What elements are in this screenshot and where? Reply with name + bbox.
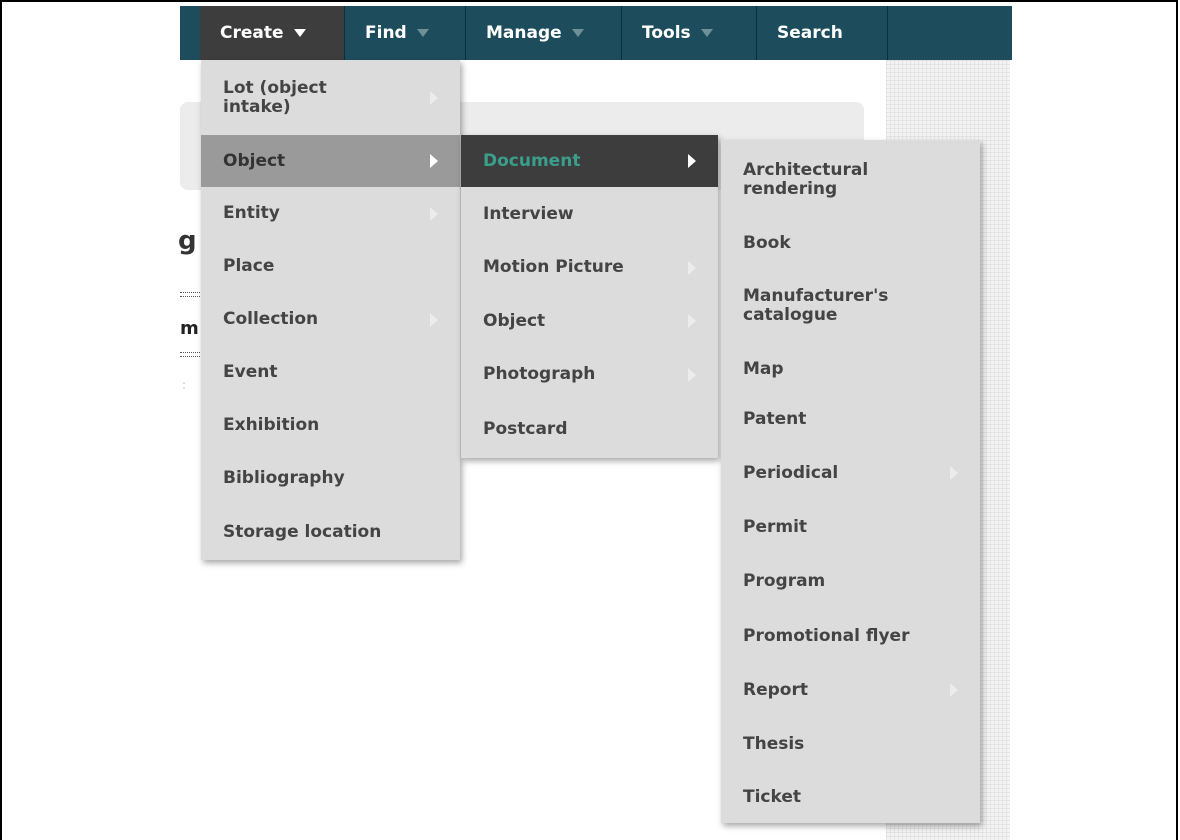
nav-manage[interactable]: Manage	[466, 6, 621, 60]
menu-item-label: Entity	[223, 203, 280, 224]
submenu-item-postcard[interactable]: Postcard	[461, 401, 718, 458]
divider	[180, 296, 200, 297]
menu-item-label: Lot (object intake)	[223, 77, 327, 117]
nav-create[interactable]: Create	[200, 6, 344, 60]
submenu-item-map[interactable]: Map	[721, 346, 980, 392]
submenu-item-book[interactable]: Book	[721, 220, 980, 266]
nav-separator	[887, 6, 888, 60]
menu-item-label: Collection	[223, 309, 319, 330]
chevron-down-icon	[700, 29, 713, 37]
menu-item-exhibition[interactable]: Exhibition	[201, 399, 460, 452]
menu-item-label: Map	[743, 358, 784, 379]
submenu-item-ticket[interactable]: Ticket	[721, 771, 980, 823]
nav-tools-label: Tools	[642, 23, 691, 43]
menu-item-label: Promotional flyer	[743, 625, 910, 646]
menu-item-label: Report	[743, 679, 808, 700]
document-submenu: Architectural rendering Book Manufacture…	[721, 140, 980, 823]
menu-item-label: Event	[223, 362, 278, 383]
nav-find[interactable]: Find	[345, 6, 465, 60]
chevron-right-icon	[688, 154, 696, 168]
menu-item-label: Program	[743, 571, 826, 592]
chevron-right-icon	[688, 260, 696, 275]
submenu-item-interview[interactable]: Interview	[461, 187, 718, 241]
menu-item-storage-location[interactable]: Storage location	[201, 505, 460, 560]
menu-item-label: Book	[743, 232, 791, 253]
chevron-down-icon	[416, 29, 429, 37]
object-submenu: Document Interview Motion Picture Object…	[461, 135, 718, 458]
menu-item-label: Postcard	[483, 419, 568, 440]
chevron-down-icon	[571, 29, 584, 37]
nav-manage-label: Manage	[486, 23, 562, 43]
top-navbar: Create Find Manage Tools Search	[180, 6, 1012, 60]
submenu-item-architectural-rendering[interactable]: Architectural rendering	[721, 140, 980, 220]
nav-search-label: Search	[777, 23, 843, 43]
chevron-right-icon	[950, 466, 958, 480]
submenu-item-motion-picture[interactable]: Motion Picture	[461, 241, 718, 294]
submenu-item-object[interactable]: Object	[461, 294, 718, 348]
nav-tools[interactable]: Tools	[622, 6, 756, 60]
menu-item-label: Permit	[743, 516, 808, 537]
menu-item-entity[interactable]: Entity	[201, 187, 460, 240]
submenu-item-permit[interactable]: Permit	[721, 500, 980, 554]
menu-item-label: Periodical	[743, 462, 839, 483]
chevron-right-icon	[430, 154, 438, 168]
submenu-item-periodical[interactable]: Periodical	[721, 446, 980, 500]
chevron-right-icon	[688, 367, 696, 382]
menu-item-label: Place	[223, 256, 275, 277]
nav-find-label: Find	[365, 23, 407, 43]
menu-item-label: Patent	[743, 408, 807, 429]
nav-search[interactable]: Search	[757, 6, 887, 60]
chevron-right-icon	[430, 312, 438, 327]
menu-item-label: Exhibition	[223, 415, 320, 436]
submenu-item-patent[interactable]: Patent	[721, 392, 980, 446]
menu-item-place[interactable]: Place	[201, 240, 460, 293]
heading-fragment: g	[178, 226, 197, 256]
chevron-right-icon	[430, 206, 438, 221]
divider	[180, 356, 200, 357]
menu-item-label: Ticket	[743, 786, 802, 807]
menu-item-bibliography[interactable]: Bibliography	[201, 452, 460, 505]
submenu-item-report[interactable]: Report	[721, 663, 980, 717]
divider	[180, 352, 200, 353]
submenu-item-program[interactable]: Program	[721, 554, 980, 609]
menu-item-event[interactable]: Event	[201, 346, 460, 399]
menu-item-label: Photograph	[483, 364, 596, 385]
menu-item-label: Manufacturer's catalogue	[743, 286, 889, 325]
menu-item-object[interactable]: Object	[201, 135, 460, 187]
menu-item-label: Motion Picture	[483, 257, 624, 278]
menu-item-lot[interactable]: Lot (object intake)	[201, 60, 460, 135]
menu-item-label: Architectural rendering	[743, 160, 869, 199]
menu-item-label: Interview	[483, 203, 574, 224]
chevron-right-icon	[950, 683, 958, 697]
chevron-right-icon	[430, 90, 438, 105]
divider	[180, 292, 200, 293]
submenu-item-photograph[interactable]: Photograph	[461, 348, 718, 401]
label-fragment: m	[180, 318, 199, 339]
chevron-right-icon	[688, 314, 696, 328]
menu-item-label: Thesis	[743, 733, 805, 754]
submenu-item-promotional-flyer[interactable]: Promotional flyer	[721, 609, 980, 663]
chevron-down-icon	[293, 29, 306, 37]
menu-item-collection[interactable]: Collection	[201, 293, 460, 346]
menu-item-label: Object	[483, 310, 546, 331]
text-fragment: :	[182, 378, 187, 392]
create-menu: Lot (object intake) Object Entity Place …	[201, 60, 460, 560]
submenu-item-thesis[interactable]: Thesis	[721, 717, 980, 771]
menu-item-label: Storage location	[223, 522, 382, 543]
nav-create-label: Create	[220, 23, 284, 43]
submenu-item-document[interactable]: Document	[461, 135, 718, 187]
submenu-item-manufacturers-catalogue[interactable]: Manufacturer's catalogue	[721, 266, 980, 346]
menu-item-label: Document	[483, 150, 581, 171]
menu-item-label: Object	[223, 150, 286, 171]
menu-item-label: Bibliography	[223, 468, 345, 489]
